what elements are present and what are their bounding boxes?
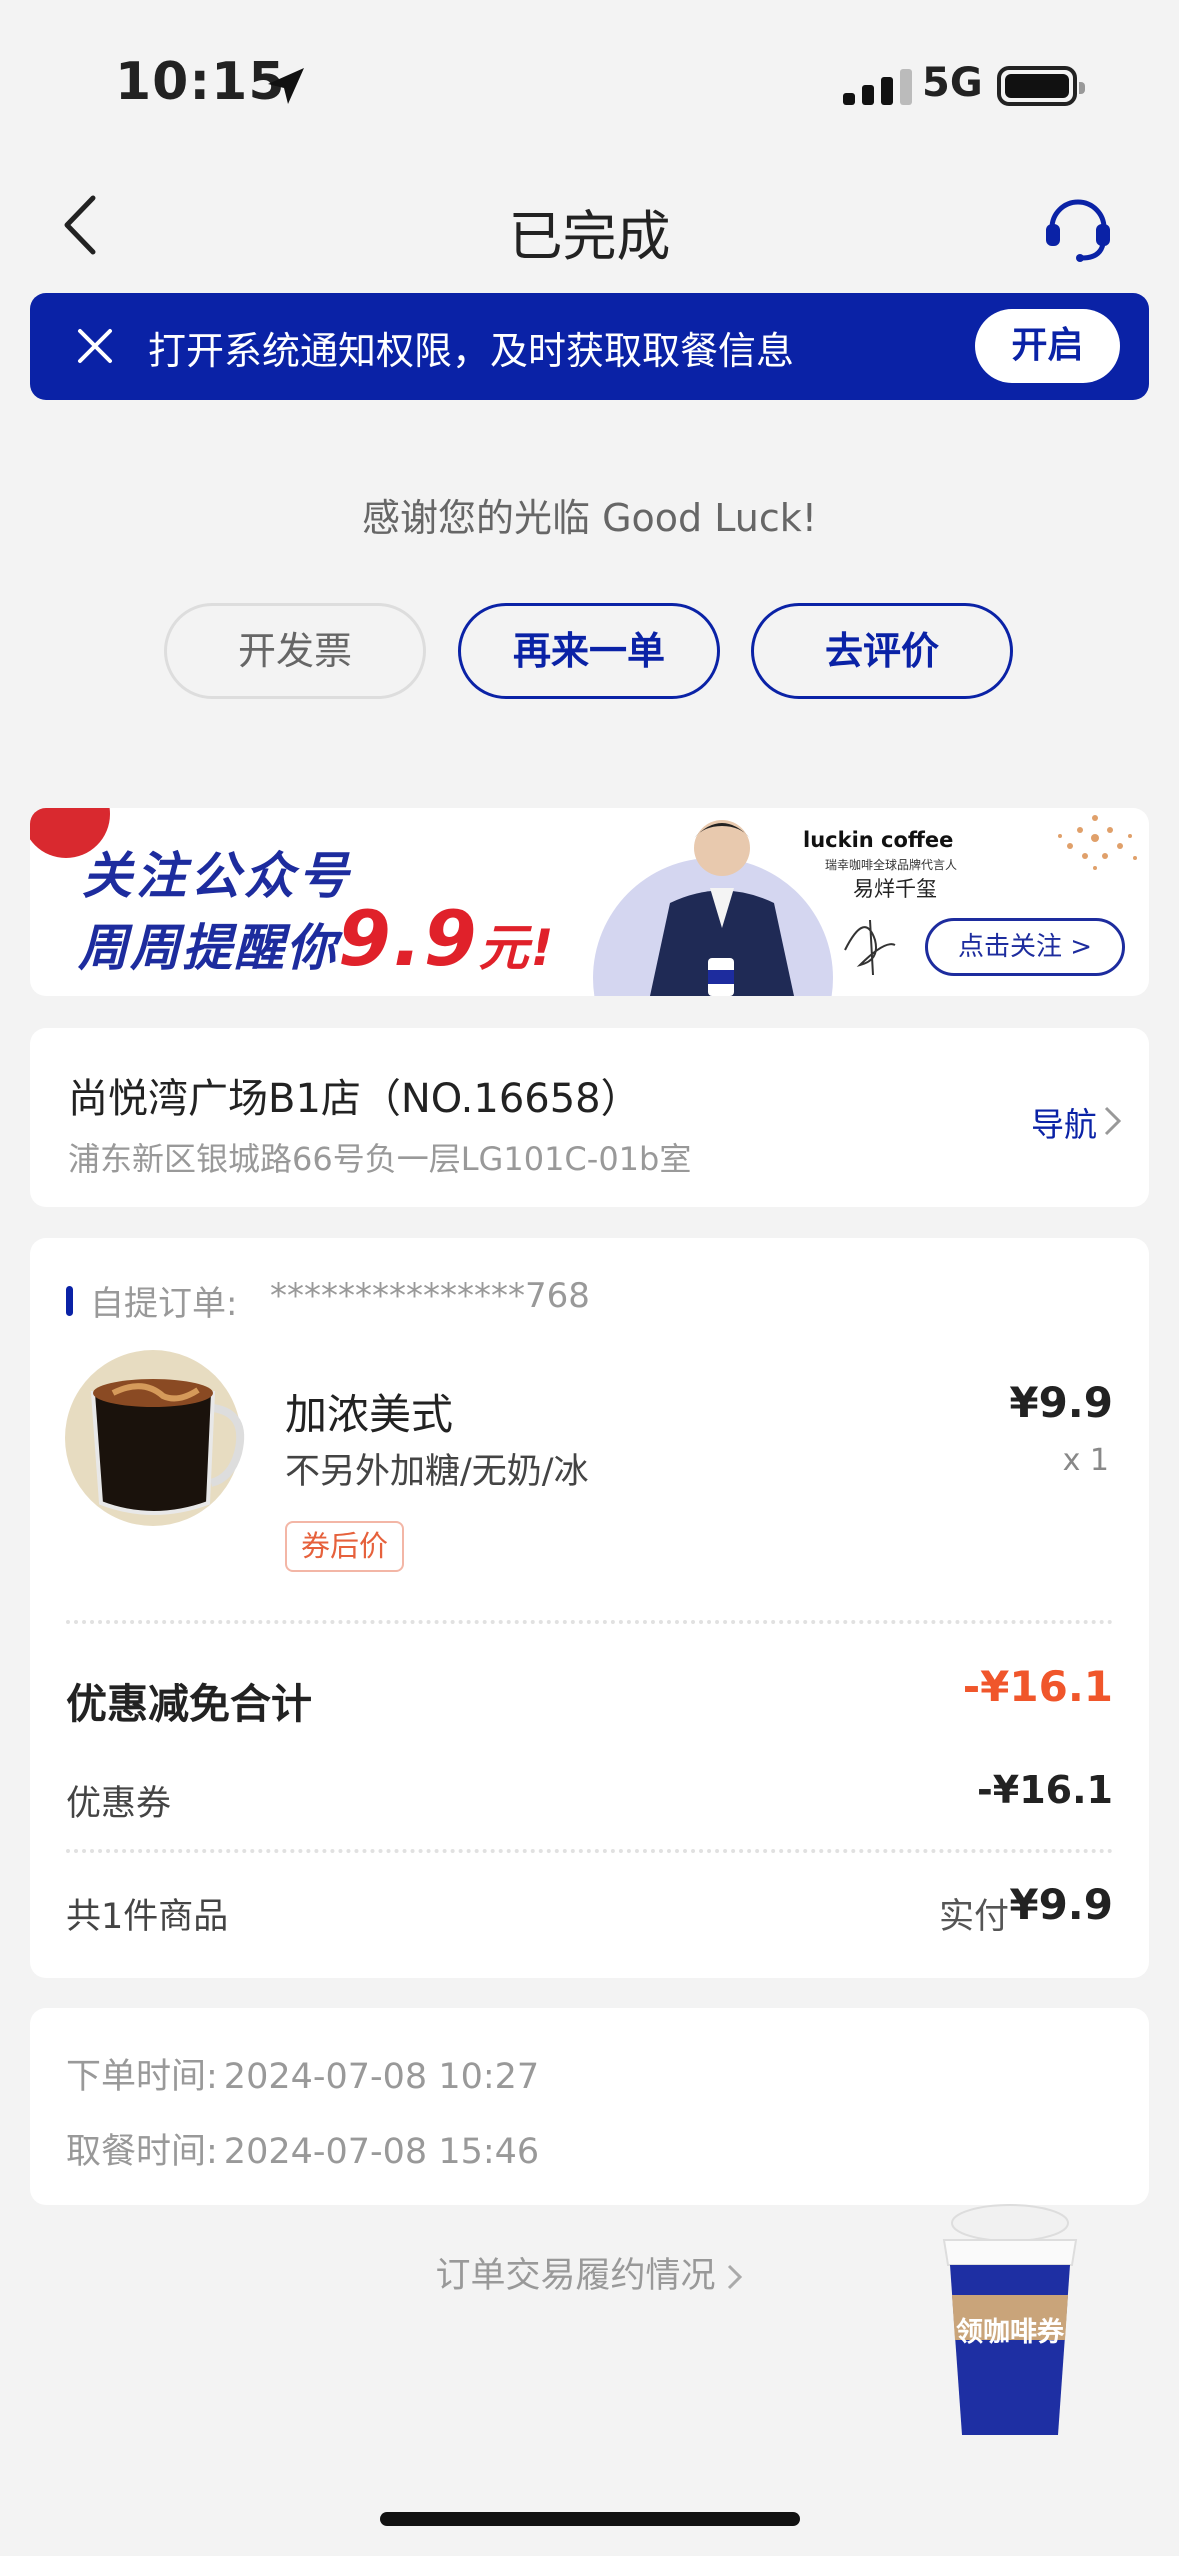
order-card: 自提订单: ***************768 加浓美式 不另外加糖/无奶/冰…	[30, 1238, 1149, 1978]
invoice-button[interactable]: 开发票	[164, 603, 426, 699]
paid-label: 实付	[938, 1897, 1009, 1937]
order-time-row: 下单时间: 2024-07-08 10:27	[66, 2057, 540, 2097]
navigation-bar: 已完成	[0, 170, 1179, 290]
order-marker	[66, 1286, 73, 1316]
order-times-card: 下单时间: 2024-07-08 10:27 取餐时间: 2024-07-08 15…	[30, 2008, 1149, 2205]
coffee-product-image	[65, 1350, 245, 1526]
location-arrow-icon	[268, 68, 304, 104]
status-bar: 10:15 5G	[0, 0, 1179, 170]
product-quantity: x 1	[1062, 1443, 1109, 1478]
review-button[interactable]: 去评价	[751, 603, 1013, 699]
item-count: 共1件商品	[66, 1897, 229, 1937]
promo-subheadline: 周周提醒你9.9元!	[78, 894, 556, 983]
store-card: 尚悦湾广场B1店（NO.16658） 浦东新区银城路66号负一层LG101C-0…	[30, 1028, 1149, 1207]
chevron-right-icon[interactable]	[1102, 1104, 1124, 1138]
enable-notification-button[interactable]: 开启	[975, 309, 1120, 383]
chevron-right-icon	[727, 2264, 742, 2290]
notice-text: 打开系统通知权限，及时获取取餐信息	[148, 329, 795, 373]
sparkle-decoration-icon	[1058, 815, 1137, 870]
order-type-label: 自提订单:	[90, 1284, 238, 1324]
product-spec: 不另外加糖/无奶/冰	[285, 1452, 589, 1492]
pickup-time-row: 取餐时间: 2024-07-08 15:46	[66, 2132, 540, 2172]
product-price: ¥9.9	[1009, 1378, 1113, 1427]
notification-permission-banner: 打开系统通知权限，及时获取取餐信息 开启	[30, 293, 1149, 400]
store-name: 尚悦湾广场B1店（NO.16658）	[68, 1076, 641, 1122]
battery-icon	[997, 66, 1085, 106]
discount-total-value: -¥16.1	[962, 1662, 1113, 1711]
navigation-link[interactable]: 导航	[1031, 1098, 1097, 1146]
divider	[66, 1849, 1113, 1853]
cellular-signal-icon	[843, 65, 912, 105]
reorder-button[interactable]: 再来一单	[458, 603, 720, 699]
close-icon[interactable]	[72, 323, 118, 369]
signature-image	[844, 919, 896, 976]
follow-button[interactable]: 点击关注 >	[925, 918, 1125, 976]
customer-service-headset-icon[interactable]	[1040, 188, 1116, 264]
discount-total-label: 优惠减免合计	[66, 1680, 312, 1728]
brand-subtitle: 瑞幸咖啡全球品牌代言人	[825, 858, 958, 872]
thanks-message: 感谢您的光临 Good Luck!	[362, 496, 817, 540]
ambassador-photo-image	[650, 820, 794, 996]
brand-logo-text: luckin coffee	[803, 828, 954, 852]
price-tag-badge: 券后价	[285, 1521, 404, 1572]
coupon-label: 优惠券	[66, 1784, 172, 1824]
coffee-coupon-label: 领咖啡券	[956, 2317, 1064, 2348]
home-indicator[interactable]	[380, 2512, 800, 2526]
page-title: 已完成	[508, 205, 671, 268]
paid-amount: ¥9.9	[1009, 1880, 1113, 1929]
divider	[66, 1620, 1113, 1624]
store-address: 浦东新区银城路66号负一层LG101C-01b室	[68, 1140, 692, 1178]
ambassador-name: 易烊千玺	[853, 877, 937, 901]
status-time: 10:15	[115, 52, 286, 112]
promo-banner[interactable]: 关注公众号 周周提醒你9.9元! luckin coffee 瑞幸咖啡全球品牌代…	[30, 808, 1149, 996]
coupon-value: -¥16.1	[977, 1768, 1113, 1812]
order-number: ***************768	[270, 1276, 590, 1316]
product-name: 加浓美式	[285, 1390, 454, 1439]
network-type: 5G	[922, 60, 983, 106]
